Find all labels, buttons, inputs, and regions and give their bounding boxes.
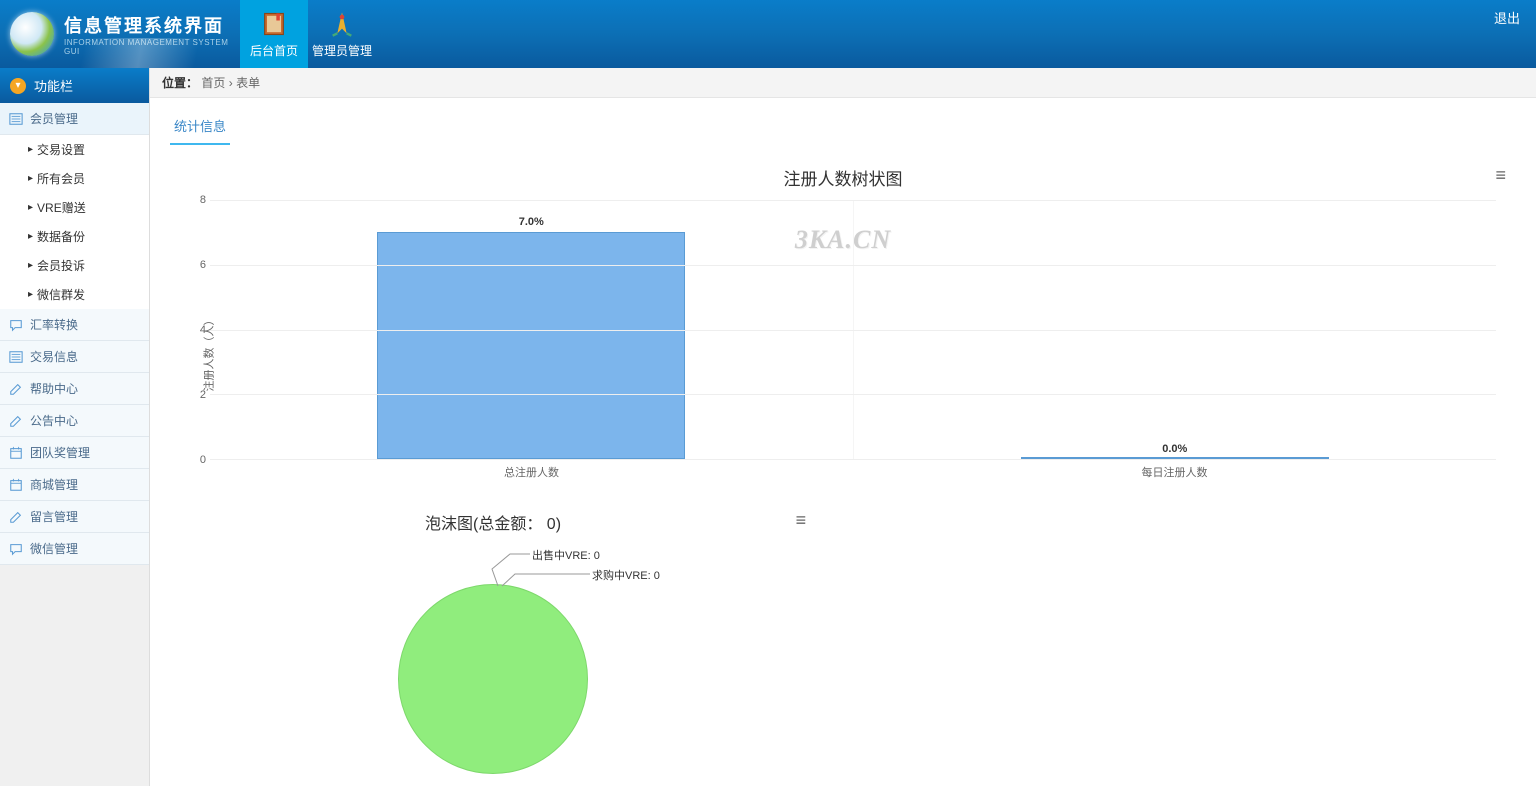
- bar-chart-title: 注册人数树状图: [170, 165, 1516, 190]
- bar-value-label: 7.0%: [519, 216, 544, 228]
- header: 信息管理系统界面 INFORMATION MANAGEMENT SYSTEM G…: [0, 0, 1536, 68]
- sidebar-group-label: 帮助中心: [30, 380, 78, 397]
- chart-menu-icon[interactable]: ≡: [1495, 165, 1506, 186]
- logo-icon: [10, 12, 54, 56]
- y-tick: 6: [200, 259, 206, 271]
- sidebar-sub-item[interactable]: 数据备份: [0, 222, 149, 251]
- sidebar-sub-label: 数据备份: [37, 228, 85, 245]
- chat-icon: [8, 541, 24, 557]
- calendar-icon: [8, 445, 24, 461]
- edit-icon: [8, 413, 24, 429]
- sidebar-group[interactable]: 微信管理: [0, 533, 149, 565]
- sidebar-sub-item[interactable]: 会员投诉: [0, 251, 149, 280]
- sidebar-group-label: 会员管理: [30, 110, 78, 127]
- list-icon: [8, 111, 24, 127]
- book-icon: [260, 10, 288, 38]
- pie-chart-container: 泡沫图(总金额： 0) ≡ 出售中VRE: 0 求购中VRE: 0: [170, 510, 816, 774]
- chevron-down-icon: ▾: [10, 78, 26, 94]
- sidebar-sub-label: 所有会员: [37, 170, 85, 187]
- nav-tab-label: 后台首页: [250, 42, 298, 59]
- nav-tab-label: 管理员管理: [312, 42, 372, 59]
- pie-label-1: 求购中VRE: 0: [592, 567, 660, 583]
- app-title: 信息管理系统界面: [64, 12, 230, 38]
- logo-area: 信息管理系统界面 INFORMATION MANAGEMENT SYSTEM G…: [0, 0, 240, 68]
- sidebar-group[interactable]: 会员管理: [0, 103, 149, 135]
- x-tick-label: 总注册人数: [210, 464, 853, 480]
- nav-tab-home[interactable]: 后台首页: [240, 0, 308, 68]
- nav-tabs: 后台首页 管理员管理: [240, 0, 376, 68]
- sidebar-group[interactable]: 汇率转换: [0, 309, 149, 341]
- breadcrumb: 位置： 首页 › 表单: [150, 68, 1536, 98]
- y-tick: 0: [200, 454, 206, 466]
- sidebar-group[interactable]: 团队奖管理: [0, 437, 149, 469]
- edit-icon: [8, 381, 24, 397]
- chat-icon: [8, 317, 24, 333]
- bar-chart-container: 注册人数树状图 ≡ 3KA.CN 注册人数（人） 02468 7.0%0.0% …: [170, 165, 1516, 490]
- sidebar-sub-label: 微信群发: [37, 286, 85, 303]
- content-tab[interactable]: 统计信息: [170, 110, 230, 145]
- sidebar-group-label: 商城管理: [30, 476, 78, 493]
- sidebar-sub-label: 会员投诉: [37, 257, 85, 274]
- sidebar-sub-label: VRE赠送: [37, 199, 86, 216]
- pie-slice[interactable]: [398, 584, 588, 774]
- x-axis: 总注册人数每日注册人数: [210, 464, 1496, 480]
- sidebar-group[interactable]: 商城管理: [0, 469, 149, 501]
- plot-area: 7.0% 0.0%: [210, 200, 1496, 460]
- sidebar-group[interactable]: 交易信息: [0, 341, 149, 373]
- sidebar: ▾ 功能栏 会员管理交易设置所有会员 VRE赠送数据备份会员投诉微信群发汇率转换交…: [0, 68, 150, 786]
- sidebar-group-label: 微信管理: [30, 540, 78, 557]
- breadcrumb-sep: ›: [229, 76, 233, 90]
- list-icon: [8, 349, 24, 365]
- chart-menu-icon[interactable]: ≡: [796, 510, 807, 531]
- bar[interactable]: [377, 232, 685, 459]
- content: 位置： 首页 › 表单 统计信息 注册人数树状图 ≡ 3KA.CN 注册人数（人…: [150, 68, 1536, 786]
- sidebar-group[interactable]: 公告中心: [0, 405, 149, 437]
- pie-label-0: 出售中VRE: 0: [532, 547, 600, 563]
- breadcrumb-current: 表单: [236, 76, 260, 90]
- sidebar-sub-label: 交易设置: [37, 141, 85, 158]
- sidebar-group-label: 交易信息: [30, 348, 78, 365]
- sidebar-sub-item[interactable]: 微信群发: [0, 280, 149, 309]
- sidebar-sub-item[interactable]: 交易设置: [0, 135, 149, 164]
- sidebar-header-label: 功能栏: [34, 76, 73, 95]
- sidebar-group-label: 留言管理: [30, 508, 78, 525]
- edit-icon: [8, 509, 24, 525]
- sidebar-group[interactable]: 帮助中心: [0, 373, 149, 405]
- y-axis: 02468: [190, 200, 210, 460]
- x-tick-label: 每日注册人数: [853, 464, 1496, 480]
- nav-tab-admin[interactable]: 管理员管理: [308, 0, 376, 68]
- y-tick: 2: [200, 389, 206, 401]
- pie-chart: 出售中VRE: 0 求购中VRE: 0: [170, 544, 816, 774]
- app-subtitle: INFORMATION MANAGEMENT SYSTEM GUI: [64, 38, 230, 56]
- sidebar-sub-item[interactable]: 所有会员: [0, 164, 149, 193]
- sidebar-header[interactable]: ▾ 功能栏: [0, 68, 149, 103]
- sidebar-group-label: 公告中心: [30, 412, 78, 429]
- breadcrumb-home[interactable]: 首页: [201, 76, 225, 90]
- breadcrumb-position: 位置：: [162, 76, 198, 90]
- y-tick: 8: [200, 194, 206, 206]
- sidebar-group[interactable]: 留言管理: [0, 501, 149, 533]
- sidebar-group-label: 汇率转换: [30, 316, 78, 333]
- calendar-icon: [8, 477, 24, 493]
- sidebar-sub-item[interactable]: VRE赠送: [0, 193, 149, 222]
- logout-link[interactable]: 退出: [1478, 0, 1536, 68]
- compass-icon: [328, 10, 356, 38]
- y-tick: 4: [200, 324, 206, 336]
- sidebar-group-label: 团队奖管理: [30, 444, 90, 461]
- bar-value-label: 0.0%: [1162, 443, 1187, 455]
- pie-chart-title: 泡沫图(总金额： 0): [170, 510, 816, 534]
- bar-chart: 注册人数（人） 02468 7.0%0.0% 总注册人数每日注册人数: [210, 200, 1496, 490]
